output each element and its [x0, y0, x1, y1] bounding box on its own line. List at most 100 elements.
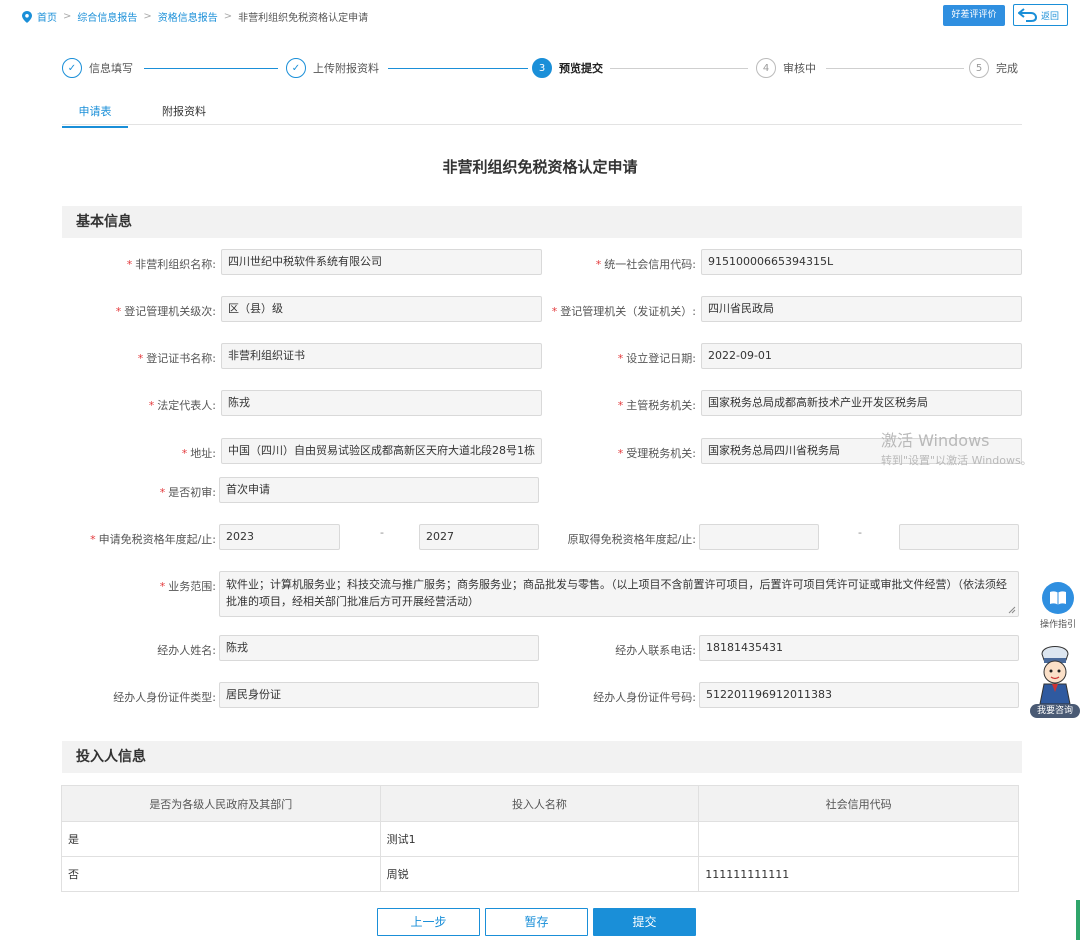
assistant-avatar-icon — [1039, 646, 1071, 705]
orig-years-label: 原取得免税资格年度起/止: — [567, 533, 696, 546]
table-cell: 测试1 — [379, 821, 700, 857]
top-bar: 首页 > 综合信息报告 > 资格信息报告 > 非营利组织免税资格认定申请 好差评… — [0, 0, 1080, 32]
check-icon: ✓ — [286, 58, 306, 78]
legal-rep-field[interactable]: 陈戎 — [221, 390, 542, 416]
step-connector — [144, 68, 278, 69]
scope-text: 软件业；计算机服务业；科技交流与推广服务；商务服务业；商品批发与零售。（以上项目… — [226, 578, 1007, 608]
breadcrumb-separator: > — [143, 11, 152, 22]
prev-step-button[interactable]: 上一步 — [377, 908, 480, 936]
operation-guide-button[interactable]: 操作指引 — [1036, 582, 1080, 630]
section-investors: 投入人信息 — [62, 741, 1022, 773]
table-cell: 111111111111 — [698, 856, 1019, 892]
breadcrumb-item-reports[interactable]: 综合信息报告 — [77, 9, 137, 24]
step-connector — [388, 68, 528, 69]
column-header: 投入人名称 — [379, 785, 700, 822]
breadcrumb-separator: > — [63, 11, 72, 22]
reg-level-field[interactable]: 区（县）级 — [221, 296, 542, 322]
step-label: 上传附报资料 — [313, 62, 379, 75]
check-icon: ✓ — [62, 58, 82, 78]
step-upload: ✓ 上传附报资料 — [286, 58, 379, 78]
table-cell: 否 — [61, 856, 381, 892]
table-cell — [698, 821, 1019, 857]
org-name-label: * 非营利组织名称: — [126, 258, 216, 271]
guide-label: 操作指引 — [1039, 620, 1076, 630]
column-header: 是否为各级人民政府及其部门 — [61, 785, 381, 822]
step-preview-submit: 3 预览提交 — [532, 58, 603, 78]
location-pin-icon — [22, 10, 32, 23]
org-name-field[interactable]: 四川世纪中税软件系统有限公司 — [221, 249, 542, 275]
scope-textarea[interactable]: 软件业；计算机服务业；科技交流与推广服务；商务服务业；商品批发与零售。（以上项目… — [219, 571, 1019, 617]
cert-name-label: * 登记证书名称: — [137, 352, 216, 365]
step-label: 完成 — [996, 62, 1018, 75]
agent-id-type-field[interactable]: 居民身份证 — [219, 682, 539, 708]
orig-year-end-field[interactable] — [899, 524, 1019, 550]
breadcrumb-home[interactable]: 首页 — [37, 9, 57, 24]
tab-application-form[interactable]: 申请表 — [62, 103, 128, 128]
tab-attachments[interactable]: 附报资料 — [162, 103, 206, 126]
consult-label: 我要咨询 — [1030, 704, 1080, 718]
resize-grip-icon[interactable] — [1008, 606, 1016, 614]
required-marker: * — [617, 399, 624, 412]
side-edge-strip — [1076, 900, 1080, 940]
back-button[interactable]: 返回 — [1013, 4, 1068, 26]
breadcrumb-separator: > — [223, 11, 233, 22]
address-field[interactable]: 中国（四川）自由贸易试验区成都高新区天府大道北段28号1栋 — [221, 438, 542, 464]
reg-level-label: * 登记管理机关级次: — [115, 305, 216, 318]
investors-table: 是否为各级人民政府及其部门 投入人名称 社会信用代码 是 测试1 否 周锐 11… — [61, 785, 1019, 892]
step-reviewing: 4 审核中 — [756, 58, 816, 78]
accept-office-field[interactable]: 国家税务总局四川省税务局 — [701, 438, 1022, 464]
reg-authority-label: * 登记管理机关（发证机关）: — [551, 305, 696, 318]
year-start-field[interactable]: 2023 — [219, 524, 340, 550]
tax-office-label: * 主管税务机关: — [617, 399, 696, 412]
cert-name-field[interactable]: 非营利组织证书 — [221, 343, 542, 369]
required-marker: * — [148, 399, 155, 412]
reg-date-label: * 设立登记日期: — [617, 352, 696, 365]
column-header: 社会信用代码 — [698, 785, 1019, 822]
years-label: * 申请免税资格年度起/止: — [90, 533, 216, 546]
scope-label: * 业务范围: — [159, 580, 216, 593]
step-connector — [610, 68, 748, 69]
step-connector — [826, 68, 964, 69]
agent-id-type-label: 经办人身份证件类型: — [113, 691, 216, 704]
required-marker: * — [181, 447, 188, 460]
breadcrumb-item-qualification[interactable]: 资格信息报告 — [158, 9, 218, 24]
required-marker: * — [617, 447, 624, 460]
tax-office-field[interactable]: 国家税务总局成都高新技术产业开发区税务局 — [701, 390, 1022, 416]
agent-name-field[interactable]: 陈戎 — [219, 635, 539, 661]
submit-button[interactable]: 提交 — [593, 908, 696, 936]
step-label: 信息填写 — [89, 62, 133, 75]
agent-id-no-field[interactable]: 512201196912011383 — [699, 682, 1019, 708]
orig-year-start-field[interactable] — [699, 524, 819, 550]
consult-button[interactable]: 我要咨询 — [1030, 640, 1080, 718]
reg-authority-field[interactable]: 四川省民政局 — [701, 296, 1022, 322]
agent-phone-field[interactable]: 18181435431 — [699, 635, 1019, 661]
required-marker: * — [137, 352, 144, 365]
reg-date-field[interactable]: 2022-09-01 — [701, 343, 1022, 369]
step-number: 4 — [756, 58, 776, 78]
back-button-label: 返回 — [1041, 11, 1060, 22]
credit-code-label: * 统一社会信用代码: — [595, 258, 696, 271]
form-tabs: 申请表 附报资料 — [62, 101, 1022, 128]
save-draft-button[interactable]: 暂存 — [485, 908, 588, 936]
table-row: 是 测试1 — [61, 821, 1019, 857]
required-marker: * — [551, 305, 558, 318]
required-marker: * — [90, 533, 96, 546]
step-label: 预览提交 — [559, 62, 603, 75]
range-dash: - — [858, 526, 862, 539]
year-end-field[interactable]: 2027 — [419, 524, 539, 550]
section-basic-info: 基本信息 — [62, 206, 1022, 238]
agent-id-no-label: 经办人身份证件号码: — [593, 691, 696, 704]
range-dash: - — [380, 526, 384, 539]
evaluation-button[interactable]: 好差评评价 — [943, 5, 1005, 26]
required-marker: * — [617, 352, 624, 365]
required-marker: * — [159, 580, 166, 593]
credit-code-field[interactable]: 91510000665394315L — [701, 249, 1022, 275]
step-number: 5 — [969, 58, 989, 78]
form-title: 非营利组织免税资格认定申请 — [442, 158, 638, 176]
first-apply-label: * 是否初审: — [159, 486, 216, 499]
agent-phone-label: 经办人联系电话: — [615, 644, 696, 657]
step-info-fill: ✓ 信息填写 — [62, 58, 133, 78]
required-marker: * — [115, 305, 122, 318]
first-apply-field[interactable]: 首次申请 — [219, 477, 539, 503]
table-cell: 周锐 — [379, 856, 700, 892]
